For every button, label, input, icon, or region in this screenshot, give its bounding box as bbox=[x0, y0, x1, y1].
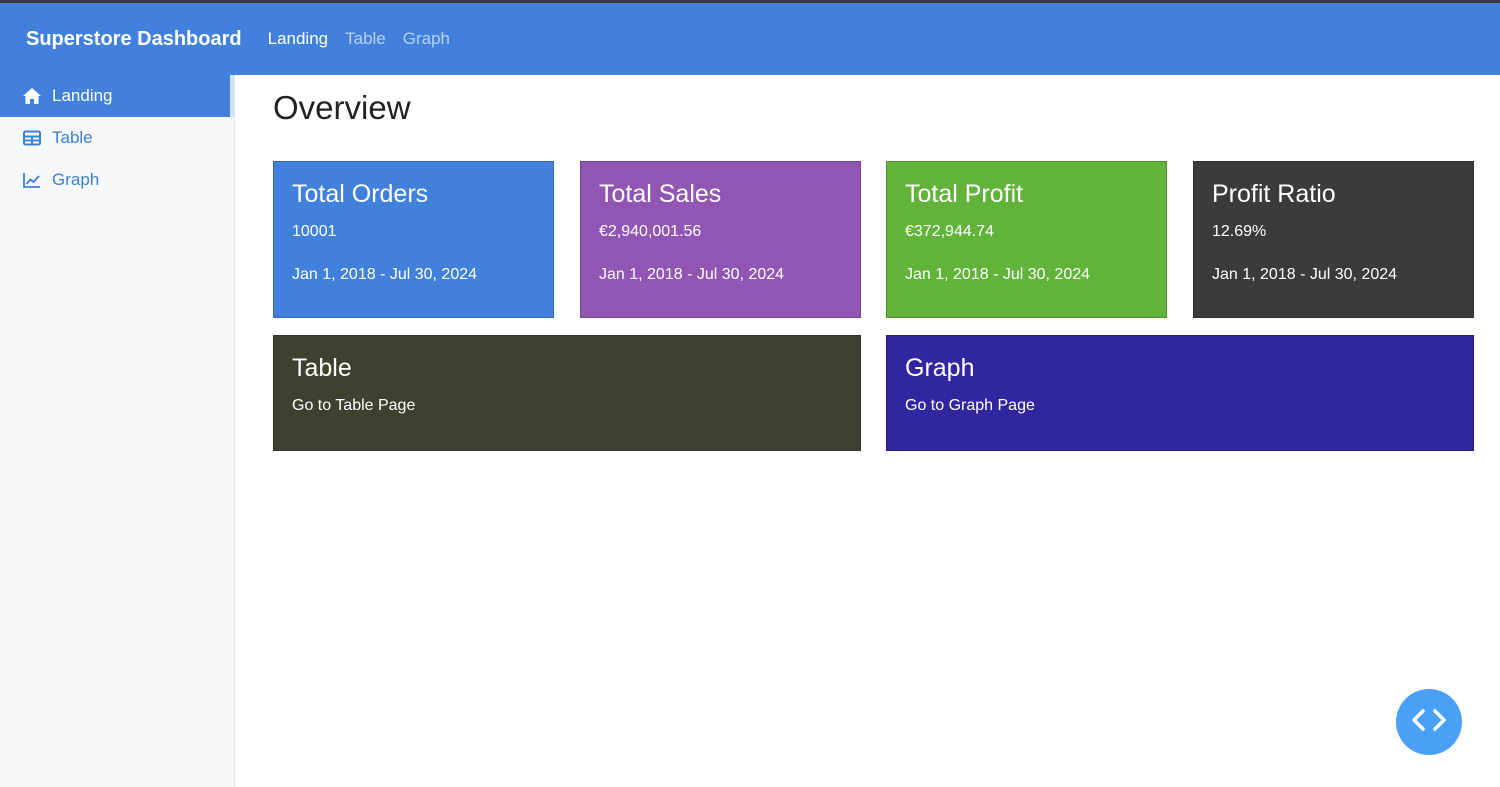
card-total-orders: Total Orders 10001 Jan 1, 2018 - Jul 30,… bbox=[273, 161, 554, 318]
top-navbar: Superstore Dashboard Landing Table Graph bbox=[0, 3, 1500, 75]
line-chart-icon bbox=[22, 170, 42, 190]
card-date-range: Jan 1, 2018 - Jul 30, 2024 bbox=[292, 266, 478, 283]
card-value: 12.69% bbox=[1212, 223, 1267, 240]
sidebar: Landing Table Graph bbox=[0, 75, 235, 787]
main-content: Overview Total Orders 10001 Jan 1, 2018 … bbox=[273, 75, 1474, 451]
card-date-range: Jan 1, 2018 - Jul 30, 2024 bbox=[905, 266, 1091, 283]
graph-page-card[interactable]: Graph Go to Graph Page bbox=[886, 335, 1474, 451]
sidebar-item-label: Table bbox=[52, 128, 93, 147]
sidebar-item-table[interactable]: Table bbox=[0, 117, 234, 159]
card-title: Profit Ratio bbox=[1212, 180, 1336, 208]
card-title: Total Profit bbox=[905, 180, 1024, 208]
card-value: €372,944.74 bbox=[905, 223, 994, 240]
table-icon bbox=[22, 128, 42, 148]
sidebar-item-graph[interactable]: Graph bbox=[0, 159, 234, 201]
home-icon bbox=[22, 86, 42, 106]
card-total-profit: Total Profit €372,944.74 Jan 1, 2018 - J… bbox=[886, 161, 1167, 318]
navigation-cards: Table Go to Table Page Graph Go to Graph… bbox=[273, 335, 1474, 451]
card-value: €2,940,001.56 bbox=[599, 223, 702, 240]
card-title: Graph bbox=[905, 354, 975, 382]
card-link-text[interactable]: Go to Graph Page bbox=[905, 397, 1455, 415]
card-date-range: Jan 1, 2018 - Jul 30, 2024 bbox=[599, 266, 785, 283]
table-page-card[interactable]: Table Go to Table Page bbox=[273, 335, 861, 451]
code-toggle-button[interactable] bbox=[1396, 689, 1462, 755]
card-value: 10001 bbox=[292, 223, 337, 240]
card-title: Total Sales bbox=[599, 180, 722, 208]
sidebar-item-label: Landing bbox=[52, 86, 113, 105]
card-link-text[interactable]: Go to Table Page bbox=[292, 397, 842, 415]
code-icon bbox=[1409, 706, 1449, 739]
nav-link-table[interactable]: Table bbox=[345, 29, 386, 49]
nav-link-landing[interactable]: Landing bbox=[268, 29, 329, 49]
sidebar-item-label: Graph bbox=[52, 170, 100, 189]
nav-link-graph[interactable]: Graph bbox=[403, 29, 450, 49]
card-total-sales: Total Sales €2,940,001.56 Jan 1, 2018 - … bbox=[580, 161, 861, 318]
card-date-range: Jan 1, 2018 - Jul 30, 2024 bbox=[1212, 266, 1398, 283]
brand-link[interactable]: Superstore Dashboard bbox=[26, 28, 242, 51]
summary-cards: Total Orders 10001 Jan 1, 2018 - Jul 30,… bbox=[273, 161, 1474, 318]
card-profit-ratio: Profit Ratio 12.69% Jan 1, 2018 - Jul 30… bbox=[1193, 161, 1474, 318]
card-title: Table bbox=[292, 354, 352, 382]
sidebar-item-landing[interactable]: Landing bbox=[0, 75, 234, 117]
page-title: Overview bbox=[273, 89, 411, 126]
card-title: Total Orders bbox=[292, 180, 429, 208]
